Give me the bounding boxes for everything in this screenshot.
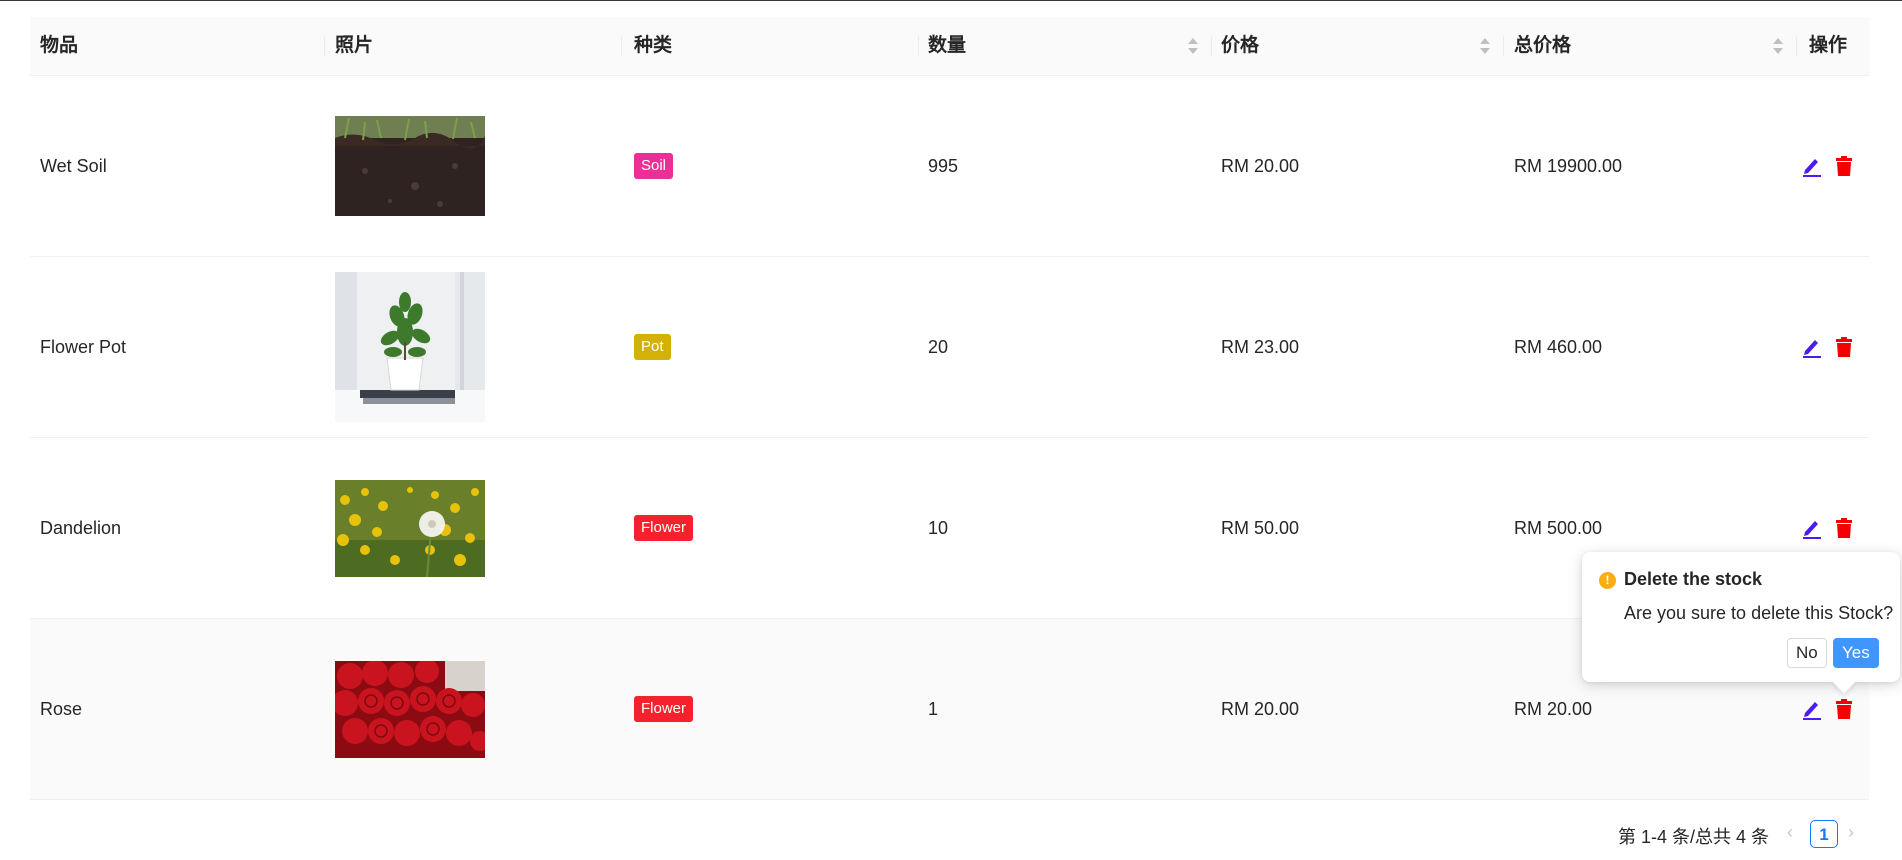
item-name: Dandelion xyxy=(40,517,122,538)
trash-icon[interactable] xyxy=(1834,336,1854,358)
roses-photo xyxy=(335,660,485,758)
price-value: RM 20.00 xyxy=(1221,698,1300,719)
category-tag-flower: Flower xyxy=(634,515,694,541)
price-value: RM 50.00 xyxy=(1221,517,1300,538)
pencil-icon[interactable] xyxy=(1802,517,1822,539)
soil-photo xyxy=(335,116,485,216)
delete-confirm-popover: ! Delete the stock Are you sure to delet… xyxy=(1582,552,1900,694)
quantity-value: 995 xyxy=(928,155,959,176)
stock-table: 物品 照片 种类 数量 价格 总价格 操作 Wet Soil Soil 995 … xyxy=(30,17,1869,800)
column-header-category: 种类 xyxy=(634,35,673,56)
actions-cell xyxy=(1802,257,1854,437)
table-header: 物品 照片 种类 数量 价格 总价格 操作 xyxy=(30,17,1869,76)
total-price-value: RM 20.00 xyxy=(1514,698,1593,719)
price-value: RM 23.00 xyxy=(1221,336,1300,357)
column-divider xyxy=(1796,36,1797,56)
prev-page-button[interactable]: ‹ xyxy=(1787,822,1793,843)
category-cell: Flower xyxy=(634,438,694,618)
column-header-item: 物品 xyxy=(40,35,79,56)
table-row: Wet Soil Soil 995 RM 20.00 RM 19900.00 xyxy=(30,76,1869,257)
pencil-icon[interactable] xyxy=(1802,336,1822,358)
category-tag-flower: Flower xyxy=(634,696,694,722)
column-header-price-label: 价格 xyxy=(1221,35,1260,56)
column-divider xyxy=(1503,36,1504,56)
column-divider xyxy=(324,36,325,56)
quantity-value: 20 xyxy=(928,336,949,357)
column-header-total-price[interactable]: 总价格 xyxy=(1514,17,1796,75)
next-page-button[interactable]: › xyxy=(1848,822,1854,843)
quantity-value: 10 xyxy=(928,517,949,538)
category-cell: Soil xyxy=(634,76,674,256)
category-tag-pot: Pot xyxy=(634,334,671,360)
column-header-quantity-label: 数量 xyxy=(928,35,967,56)
column-divider xyxy=(918,36,919,56)
page-1-button[interactable]: 1 xyxy=(1810,820,1838,848)
trash-icon[interactable] xyxy=(1834,517,1854,539)
item-photo-cell xyxy=(335,619,485,799)
dandelion-photo xyxy=(335,479,485,577)
exclamation-circle-icon: ! xyxy=(1599,572,1616,589)
popover-description: Are you sure to delete this Stock? xyxy=(1624,603,1894,623)
window-top-border xyxy=(0,0,1902,1)
pencil-icon[interactable] xyxy=(1802,698,1822,720)
trash-icon[interactable] xyxy=(1834,698,1854,720)
column-header-photo: 照片 xyxy=(335,35,374,56)
trash-icon[interactable] xyxy=(1834,155,1854,177)
price-value: RM 20.00 xyxy=(1221,155,1300,176)
category-cell: Pot xyxy=(634,257,671,437)
item-name: Rose xyxy=(40,698,83,719)
total-price-value: RM 19900.00 xyxy=(1514,155,1623,176)
column-header-total-price-label: 总价格 xyxy=(1514,35,1572,56)
pagination-total: 第 1-4 条/总共 4 条 xyxy=(1618,827,1770,847)
item-photo-cell xyxy=(335,76,485,256)
sort-caret-icon[interactable] xyxy=(1773,36,1783,58)
pencil-icon[interactable] xyxy=(1802,155,1822,177)
item-name: Wet Soil xyxy=(40,155,107,176)
column-header-quantity[interactable]: 数量 xyxy=(928,17,1210,75)
item-photo-cell xyxy=(335,438,485,618)
sort-caret-icon[interactable] xyxy=(1480,36,1490,58)
popover-title: Delete the stock xyxy=(1624,569,1763,589)
total-price-value: RM 460.00 xyxy=(1514,336,1603,357)
actions-cell xyxy=(1802,76,1854,256)
column-divider xyxy=(1211,36,1212,56)
item-name: Flower Pot xyxy=(40,336,127,357)
column-divider xyxy=(621,36,622,56)
confirm-delete-button[interactable]: Yes xyxy=(1833,638,1879,668)
category-tag-soil: Soil xyxy=(634,153,674,179)
category-cell: Flower xyxy=(634,619,694,799)
table-row: Flower Pot Pot 20 RM 23.00 RM 460.00 xyxy=(30,257,1869,438)
sort-caret-icon[interactable] xyxy=(1188,36,1198,58)
cancel-delete-button[interactable]: No xyxy=(1787,638,1827,668)
potted-plant-photo xyxy=(335,272,485,422)
quantity-value: 1 xyxy=(928,698,939,719)
item-photo-cell xyxy=(335,257,485,437)
column-header-price[interactable]: 价格 xyxy=(1221,17,1503,75)
column-header-actions: 操作 xyxy=(1809,35,1848,56)
